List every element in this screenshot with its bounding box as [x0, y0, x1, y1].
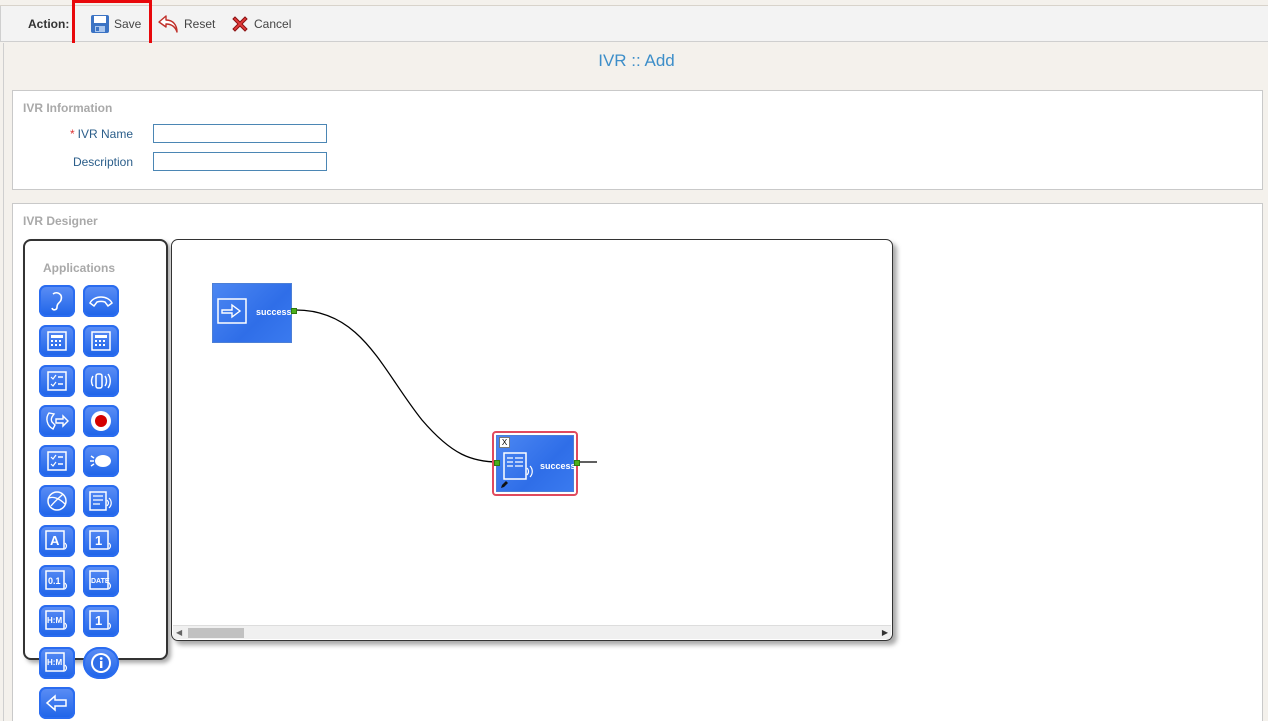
hangup-icon[interactable] — [83, 285, 119, 317]
start-node-port-label: success — [256, 307, 292, 317]
voice-bubble-icon[interactable] — [83, 445, 119, 477]
calculator-icon[interactable] — [39, 325, 75, 357]
prompt-icon[interactable] — [83, 485, 119, 517]
prompt-node[interactable]: X success — [496, 435, 576, 492]
checklist-icon[interactable] — [39, 365, 75, 397]
say-number-icon[interactable]: 1 — [83, 525, 119, 557]
reset-label: Reset — [184, 17, 216, 31]
prompt-icon — [503, 452, 533, 480]
svg-text:A: A — [50, 533, 60, 548]
node-close-button[interactable]: X — [499, 437, 510, 448]
prompt-node-input-port[interactable] — [494, 460, 500, 466]
say-digits-icon[interactable]: 0.1 — [39, 565, 75, 597]
reset-button[interactable]: Reset — [158, 12, 215, 36]
ear-icon[interactable] — [39, 285, 75, 317]
palette-title: Applications — [43, 261, 116, 275]
say-time-icon[interactable]: H:M — [39, 605, 75, 637]
say-alpha-icon[interactable]: A — [39, 525, 75, 557]
say-number-icon[interactable]: 1 — [83, 605, 119, 637]
action-label: Action: — [28, 17, 70, 31]
call-forward-icon[interactable] — [39, 405, 75, 437]
scroll-left-arrow-icon[interactable]: ◀ — [176, 628, 182, 637]
svg-text:H:M: H:M — [47, 658, 62, 667]
start-node-output-port[interactable] — [291, 308, 297, 314]
scrollbar-thumb[interactable] — [188, 628, 244, 638]
designer-canvas[interactable]: success X success ◀ ▶ — [171, 239, 893, 641]
prompt-node-output-port[interactable] — [574, 460, 580, 466]
required-marker: * — [69, 127, 75, 141]
start-arrow-icon — [217, 298, 247, 324]
description-label: Description — [72, 155, 133, 169]
action-toolbar: Action: Save Reset Cancel — [0, 6, 1268, 42]
say-time-icon[interactable]: H:M — [39, 647, 75, 679]
applications-palette: Applications A 1 0.1 DATE H:M 1 — [23, 239, 168, 660]
svg-text:H:M: H:M — [47, 616, 62, 625]
globe-icon[interactable] — [39, 485, 75, 517]
save-button[interactable]: Save — [90, 12, 141, 36]
svg-text:0.1: 0.1 — [48, 576, 61, 586]
svg-text:1: 1 — [95, 533, 102, 548]
back-arrow-icon[interactable] — [39, 687, 75, 719]
ivr-designer-section: IVR Designer Applications A 1 0.1 DATE H… — [12, 203, 1263, 721]
cancel-x-icon — [230, 14, 250, 34]
ivr-name-label: * IVR Name — [13, 127, 133, 141]
description-field[interactable] — [153, 152, 327, 171]
undo-arrow-icon — [158, 13, 180, 35]
ivr-information-section: IVR Information * IVR Name Description — [12, 90, 1263, 190]
ivr-designer-legend: IVR Designer — [23, 214, 98, 228]
description-row: Description — [13, 152, 1264, 172]
start-node[interactable]: success — [212, 283, 297, 343]
info-icon[interactable] — [83, 647, 119, 679]
edit-pencil-icon[interactable] — [500, 480, 509, 489]
save-label: Save — [114, 17, 142, 31]
cancel-label: Cancel — [254, 17, 292, 31]
scroll-right-arrow-icon[interactable]: ▶ — [882, 628, 888, 637]
page-title: IVR :: Add — [598, 51, 675, 70]
save-icon — [90, 14, 110, 34]
ivr-information-legend: IVR Information — [23, 101, 113, 115]
ivr-name-row: * IVR Name — [13, 124, 1264, 144]
page-content: IVR :: Add IVR Information * IVR Name Des… — [3, 43, 1268, 721]
record-icon[interactable] — [83, 405, 119, 437]
prompt-node-port-label: success — [540, 461, 576, 471]
calculator-icon[interactable] — [83, 325, 119, 357]
ivr-name-label-text: IVR Name — [77, 127, 133, 141]
speaker-icon[interactable] — [83, 365, 119, 397]
canvas-horizontal-scrollbar[interactable]: ◀ ▶ — [173, 625, 891, 639]
ivr-name-field[interactable] — [153, 124, 327, 143]
svg-text:1: 1 — [95, 613, 102, 628]
svg-text:DATE: DATE — [91, 578, 110, 585]
cancel-button[interactable]: Cancel — [230, 12, 291, 36]
prompt-node-selected[interactable]: X success — [492, 431, 580, 496]
checklist-icon[interactable] — [39, 445, 75, 477]
say-date-icon[interactable]: DATE — [83, 565, 119, 597]
